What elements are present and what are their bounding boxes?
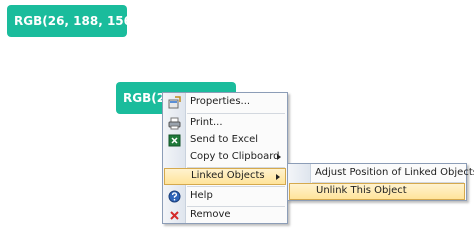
menu-item-remove[interactable]: Remove (164, 207, 286, 224)
help-icon (168, 190, 181, 203)
menu-item-linked-objects[interactable]: Linked Objects (164, 168, 286, 185)
menu-item-label: Properties... (190, 96, 251, 107)
menu-item-help[interactable]: Help (164, 188, 286, 205)
excel-icon (168, 134, 181, 147)
menu-separator (187, 113, 285, 114)
menu-item-unlink-object[interactable]: Unlink This Object (289, 183, 465, 200)
menu-item-adjust-position[interactable]: Adjust Position of Linked Objects (289, 165, 474, 182)
menu-item-print[interactable]: Print... (164, 115, 286, 132)
properties-icon (168, 96, 181, 109)
printer-icon (168, 117, 181, 130)
menu-item-label: Print... (190, 117, 223, 128)
submenu-arrow-icon (276, 174, 280, 180)
context-menu: Properties... Print... Send to Excel Cop… (162, 92, 288, 224)
submenu-arrow-icon (277, 154, 281, 160)
menu-item-copy-to-clipboard[interactable]: Copy to Clipboard (164, 149, 286, 166)
menu-separator (187, 186, 285, 187)
linked-objects-submenu: Adjust Position of Linked Objects Unlink… (287, 163, 474, 201)
color-swatch-label: RGB(26, 188, 156) (14, 14, 127, 28)
color-swatch[interactable]: RGB(26, 188, 156) (7, 5, 127, 37)
menu-item-label: Linked Objects (191, 170, 265, 181)
menu-item-label: Send to Excel (190, 134, 259, 145)
menu-item-properties[interactable]: Properties... (164, 94, 286, 111)
menu-item-send-to-excel[interactable]: Send to Excel (164, 132, 286, 149)
remove-icon (168, 209, 181, 222)
menu-item-label: Help (190, 190, 213, 201)
menu-item-label: Copy to Clipboard (190, 151, 280, 162)
menu-item-label: Remove (190, 209, 231, 220)
menu-item-label: Adjust Position of Linked Objects (315, 167, 474, 178)
menu-item-label: Unlink This Object (316, 185, 407, 196)
